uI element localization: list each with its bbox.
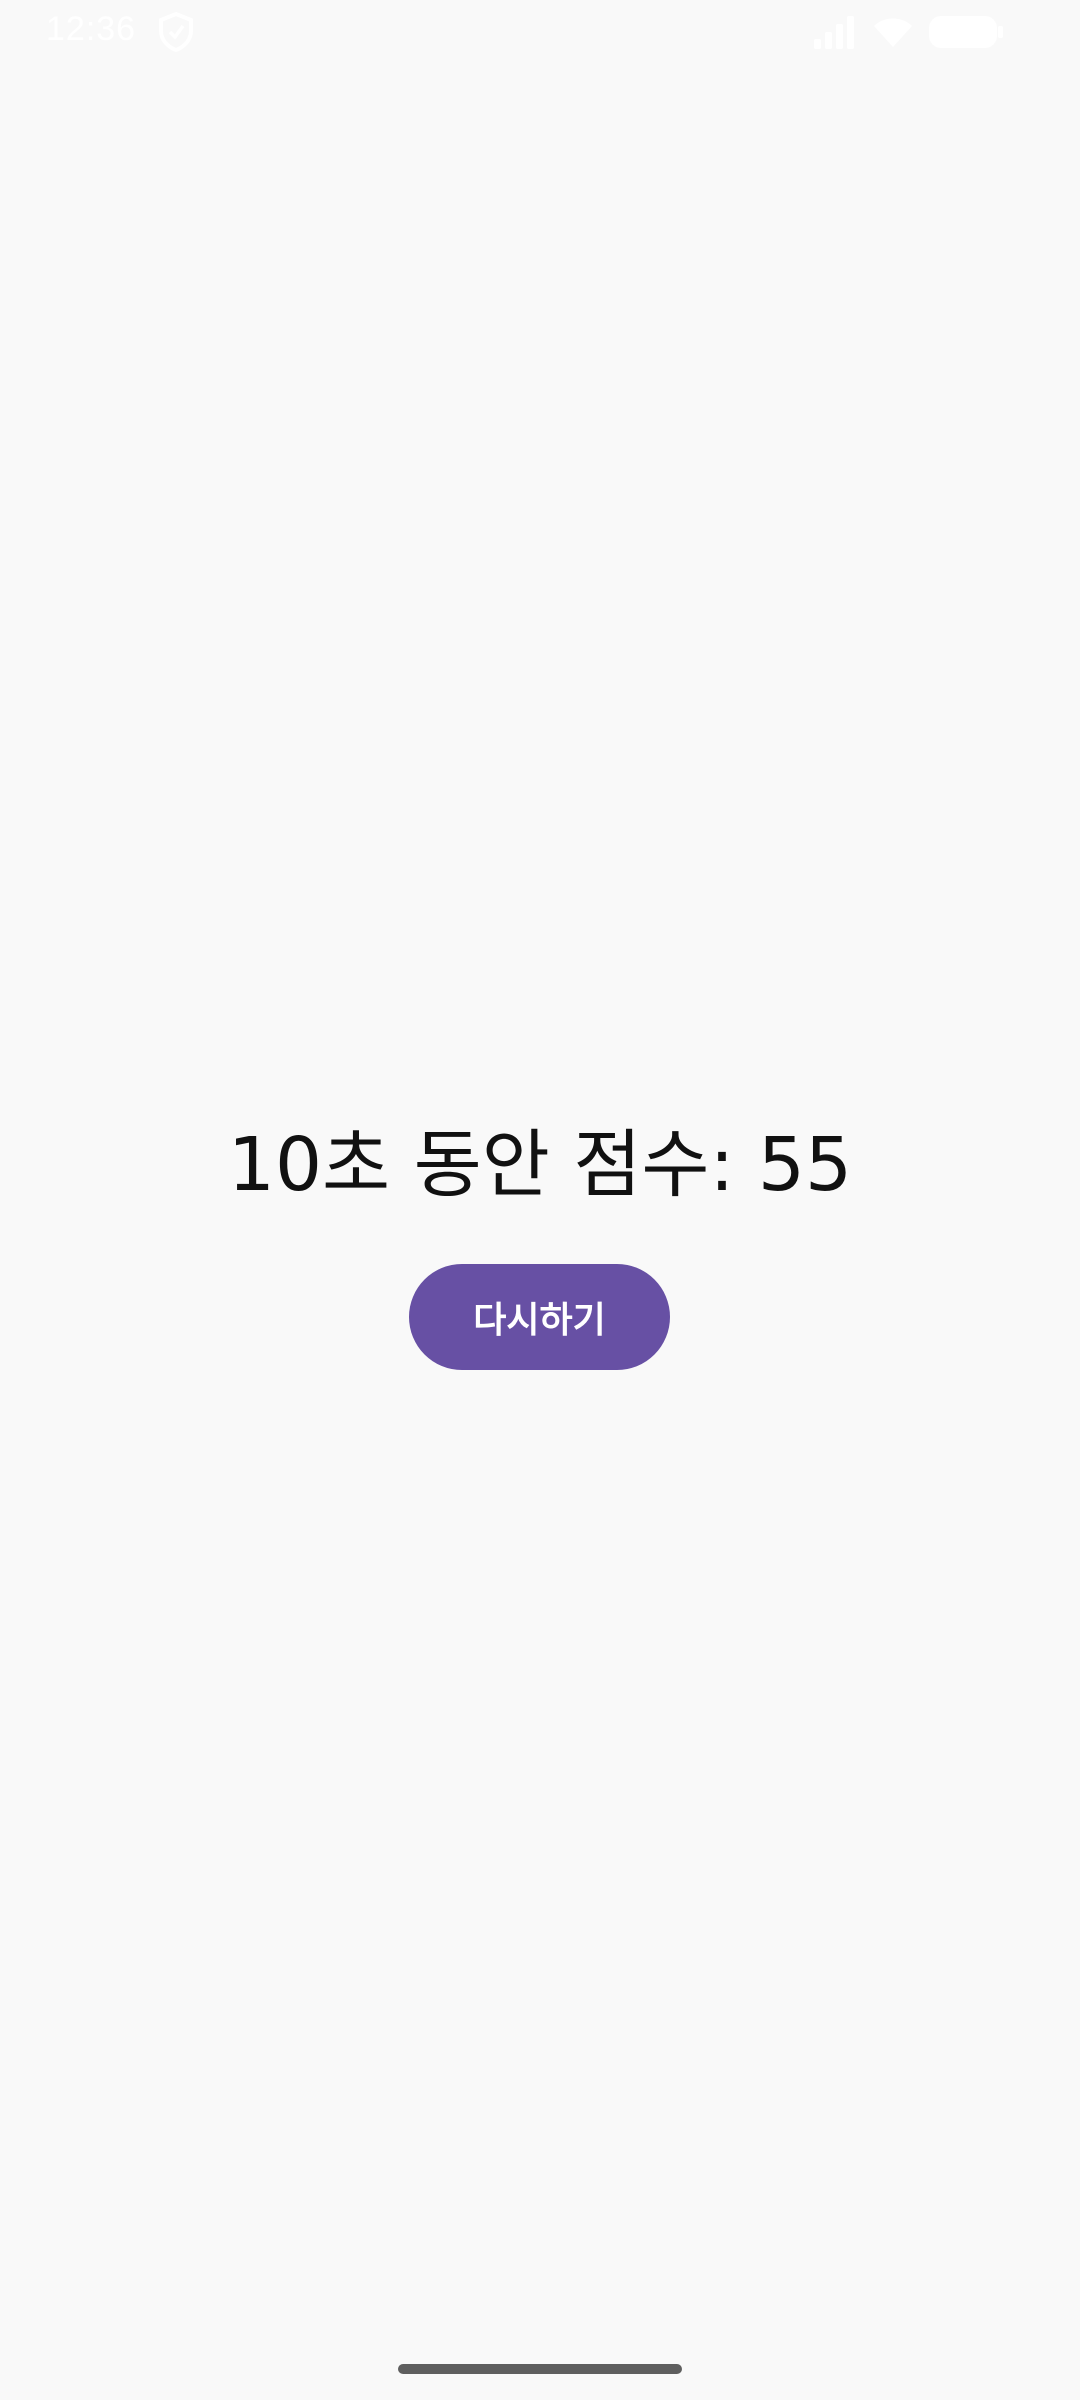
app-screen: 12:36 10초 동안 점수: 55 다시하기	[0, 0, 1080, 2400]
score-text: 10초 동안 점수: 55	[227, 1122, 853, 1208]
shield-icon	[159, 12, 193, 52]
retry-button[interactable]: 다시하기	[409, 1264, 670, 1370]
status-bar: 12:36	[0, 0, 1080, 62]
wifi-icon	[874, 18, 912, 47]
status-icons	[812, 14, 1004, 50]
gesture-nav-handle[interactable]	[398, 2364, 682, 2374]
signal-icon	[814, 16, 854, 49]
battery-icon	[929, 16, 1003, 48]
status-time: 12:36	[46, 10, 137, 48]
